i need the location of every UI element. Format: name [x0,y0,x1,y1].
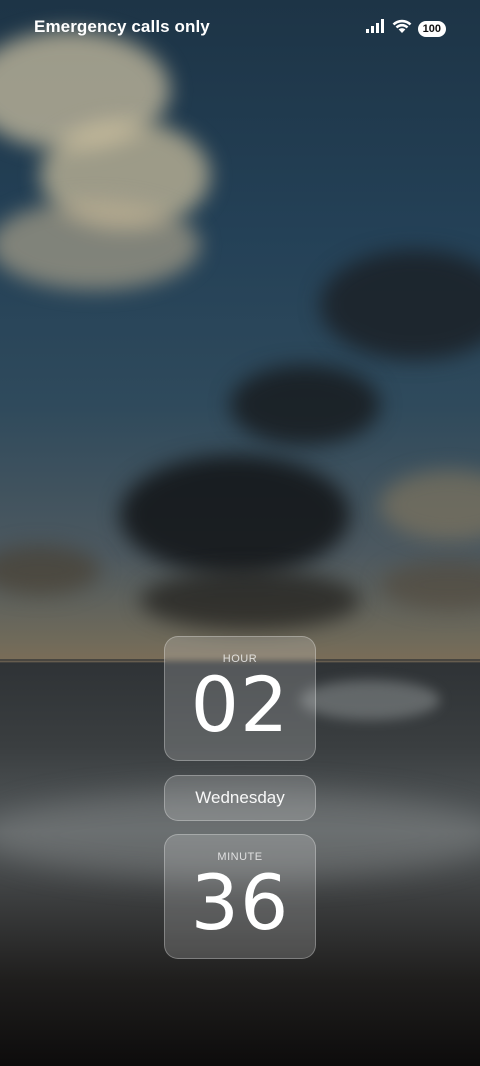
status-bar: Emergency calls only 100 [0,0,480,56]
minute-value: 36 [190,858,290,947]
cloud [380,560,480,610]
wifi-icon [392,18,412,39]
signal-bars-icon [365,19,386,38]
hour-widget[interactable]: HOUR 02 [164,636,316,761]
wave-foam [300,680,440,720]
day-widget[interactable]: Wednesday [164,775,316,821]
carrier-status-text: Emergency calls only [34,17,210,36]
day-of-week: Wednesday [195,788,285,807]
cloud [0,200,200,290]
cloud [320,250,480,360]
lock-screen[interactable]: Emergency calls only 100 HOUR 02 Wednesd… [0,0,480,1066]
hour-value: 02 [190,660,290,749]
status-icons: 100 [365,18,446,39]
cloud [380,470,480,540]
cloud [120,455,350,575]
hour-label: HOUR [222,653,258,665]
cloud [0,545,100,595]
cloud [230,365,380,445]
battery-indicator: 100 [417,20,446,37]
minute-label: MINUTE [217,851,263,863]
cloud [140,570,360,630]
minute-widget[interactable]: MINUTE 36 [164,834,316,959]
